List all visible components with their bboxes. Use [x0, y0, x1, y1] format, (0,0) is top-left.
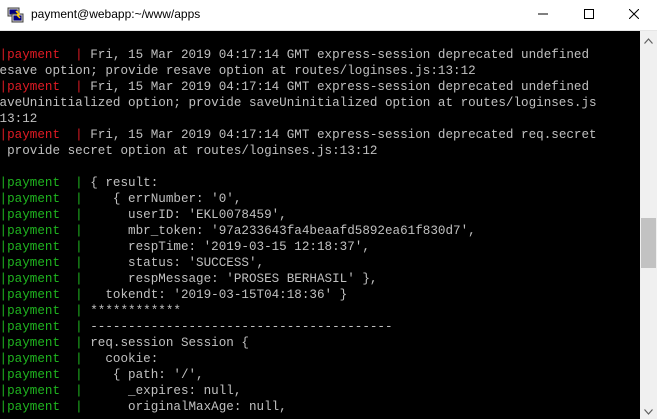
line-text: resave option; provide resave option at … — [0, 64, 476, 78]
terminal-line: 0|payment | cookie: — [0, 351, 640, 367]
line-text: respMessage: 'PROSES BERHASIL' }, — [90, 272, 378, 286]
terminal-line: 0|payment | { result: — [0, 175, 640, 191]
process-prefix: 0|payment | — [0, 192, 91, 206]
scrollbar-thumb[interactable] — [641, 218, 656, 268]
terminal-line: 0|payment | Fri, 15 Mar 2019 04:17:14 GM… — [0, 127, 640, 143]
maximize-icon — [584, 6, 594, 24]
terminal-line: :13:12 — [0, 111, 640, 127]
line-text: { errNumber: '0', — [90, 192, 242, 206]
line-text: ---------------------------------------- — [90, 320, 393, 334]
terminal-line: 0|payment | { errNumber: '0', — [0, 191, 640, 207]
terminal-line: 0|payment | _expires: null, — [0, 383, 640, 399]
terminal-line: 0|payment | status: 'SUCCESS', — [0, 255, 640, 271]
process-prefix: 0|payment | — [0, 240, 91, 254]
terminal-line: 0|payment | tokendt: '2019-03-15T04:18:3… — [0, 287, 640, 303]
line-text: status: 'SUCCESS', — [90, 256, 265, 270]
process-prefix: 0|payment | — [0, 288, 91, 302]
terminal-line: 0|payment | ************ — [0, 303, 640, 319]
minimize-button[interactable] — [520, 0, 566, 30]
line-text: { path: '/', — [90, 368, 204, 382]
vertical-scrollbar[interactable] — [640, 31, 657, 419]
scroll-down-arrow-icon — [644, 402, 653, 419]
process-prefix: 0|payment | — [0, 400, 91, 414]
line-text: :13:12 — [0, 112, 38, 126]
line-text: _expires: null, — [90, 384, 242, 398]
terminal-line: 0|payment | respMessage: 'PROSES BERHASI… — [0, 271, 640, 287]
process-prefix: 0|payment | — [0, 48, 91, 62]
window-title: payment@webapp:~/www/apps — [31, 7, 201, 21]
process-prefix: 0|payment | — [0, 176, 91, 190]
line-text: respTime: '2019-03-15 12:18:37', — [90, 240, 370, 254]
maximize-button[interactable] — [566, 0, 612, 30]
line-text: ************ — [90, 304, 181, 318]
process-prefix: 0|payment | — [0, 80, 91, 94]
process-prefix: 0|payment | — [0, 384, 91, 398]
process-prefix: 0|payment | — [0, 272, 91, 286]
title-bar[interactable]: payment@webapp:~/www/apps — [0, 0, 657, 31]
terminal-line: 0|payment | { path: '/', — [0, 367, 640, 383]
terminal-line: 0|payment | ----------------------------… — [0, 319, 640, 335]
process-prefix: 0|payment | — [0, 304, 91, 318]
close-button[interactable] — [611, 0, 657, 30]
terminal-line: 0|payment | originalMaxAge: null, — [0, 399, 640, 415]
terminal-line: 0|payment | req.session Session { — [0, 335, 640, 351]
line-text: ; provide secret option at routes/logins… — [0, 144, 378, 158]
terminal-line: 0|payment | Fri, 15 Mar 2019 04:17:14 GM… — [0, 47, 640, 63]
process-prefix: 0|payment | — [0, 224, 91, 238]
line-text: tokendt: '2019-03-15T04:18:36' } — [90, 288, 348, 302]
line-text: originalMaxAge: null, — [90, 400, 287, 414]
terminal-line: 0|payment | userID: 'EKL0078459', — [0, 207, 640, 223]
scroll-down-button[interactable] — [640, 402, 657, 419]
terminal-line: 0|payment | respTime: '2019-03-15 12:18:… — [0, 239, 640, 255]
scroll-up-button[interactable] — [640, 31, 657, 48]
putty-terminal-icon[interactable] — [7, 7, 24, 23]
line-text: userID: 'EKL0078459', — [90, 208, 287, 222]
line-text: cookie: — [90, 352, 159, 366]
terminal-output[interactable]: 20|payment | Fri, 15 Mar 2019 04:17:14 G… — [0, 31, 640, 419]
process-prefix: 0|payment | — [0, 336, 91, 350]
process-prefix: 0|payment | — [0, 128, 91, 142]
terminal-line: saveUninitialized option; provide saveUn… — [0, 95, 640, 111]
line-text: Fri, 15 Mar 2019 04:17:14 GMT express-se… — [90, 80, 590, 94]
terminal-line: 2 — [0, 31, 640, 47]
terminal-window: payment@webapp:~/www/apps 20|payment | F… — [0, 0, 657, 419]
process-prefix: 0|payment | — [0, 320, 91, 334]
line-text: mbr_token: '97a233643fa4beaafd5892ea61f8… — [90, 224, 476, 238]
process-prefix: 0|payment | — [0, 208, 91, 222]
process-prefix: 0|payment | — [0, 368, 91, 382]
line-text: Fri, 15 Mar 2019 04:17:14 GMT express-se… — [90, 48, 590, 62]
process-prefix: 0|payment | — [0, 352, 91, 366]
minimize-icon — [538, 6, 548, 24]
terminal-line: ; provide secret option at routes/logins… — [0, 143, 640, 159]
terminal-line: 0|payment | Fri, 15 Mar 2019 04:17:14 GM… — [0, 79, 640, 95]
close-icon — [628, 6, 640, 24]
line-text: Fri, 15 Mar 2019 04:17:14 GMT express-se… — [90, 128, 597, 142]
line-text: { result: — [90, 176, 159, 190]
terminal-line: 0|payment | mbr_token: '97a233643fa4beaa… — [0, 223, 640, 239]
process-prefix: 0|payment | — [0, 256, 91, 270]
line-text: saveUninitialized option; provide saveUn… — [0, 96, 597, 110]
scroll-up-arrow-icon — [644, 31, 653, 49]
line-text: req.session Session { — [90, 336, 249, 350]
terminal-line: resave option; provide resave option at … — [0, 63, 640, 79]
